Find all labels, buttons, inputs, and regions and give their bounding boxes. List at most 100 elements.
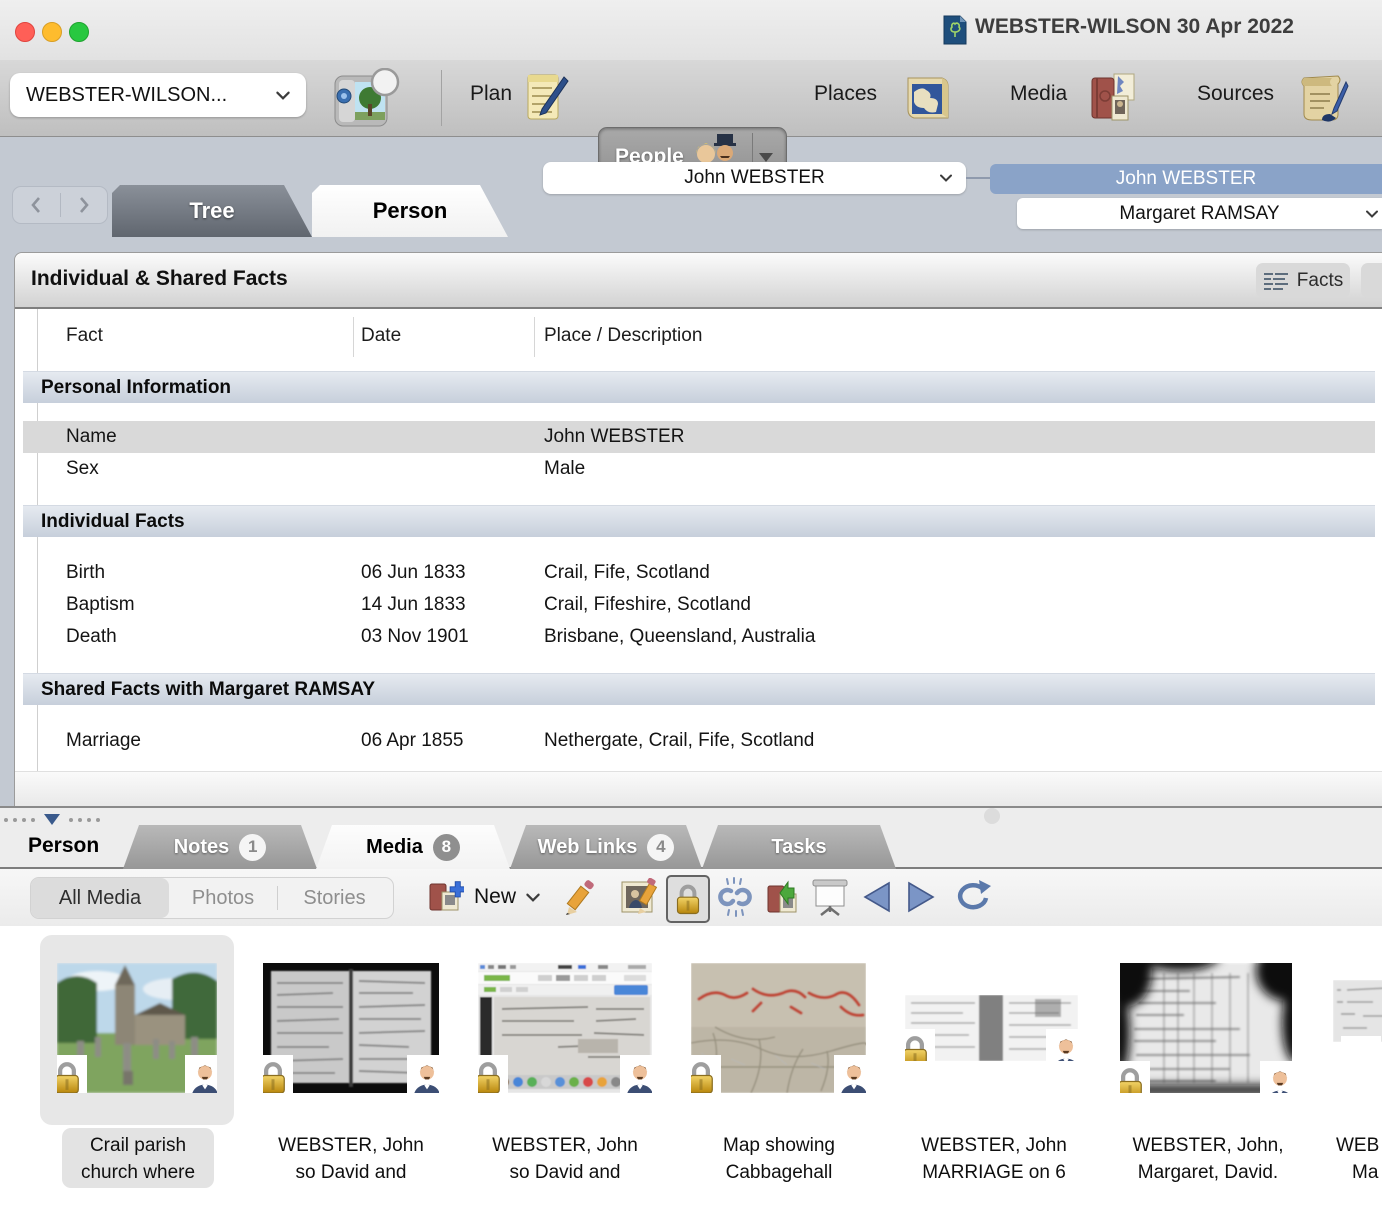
splitter-handle[interactable]	[984, 808, 1000, 824]
edit-photo-icon	[620, 878, 658, 916]
fact-row-death[interactable]: Death 03 Nov 1901 Brisbane, Queensland, …	[23, 621, 1375, 653]
segment-stories[interactable]: Stories	[278, 878, 391, 918]
fact-row-birth[interactable]: Birth 06 Jun 1833 Crail, Fife, Scotland	[23, 557, 1375, 589]
previous-media-button[interactable]	[858, 875, 896, 919]
spouse-selector-dropdown[interactable]: Margaret RAMSAY	[1017, 198, 1382, 229]
places-icon[interactable]	[902, 72, 954, 124]
fact-place: Brisbane, Queensland, Australia	[544, 626, 815, 648]
facts-panel-title: Individual & Shared Facts	[31, 267, 288, 291]
refresh-media-button[interactable]	[948, 875, 996, 919]
column-fact: Fact	[66, 325, 103, 347]
media-caption[interactable]: WEBSTER, John so David and	[253, 1132, 449, 1186]
nav-sources-button[interactable]: Sources	[1197, 82, 1274, 106]
tab-web-links[interactable]: Web Links 4	[510, 825, 702, 869]
caption-line: WEBSTER, John	[253, 1132, 449, 1159]
media-caption[interactable]: WEB Ma	[1336, 1132, 1382, 1186]
tab-media[interactable]: Media 8	[316, 825, 510, 869]
person-link-icon	[185, 1055, 217, 1093]
new-media-button[interactable]: New	[424, 875, 544, 919]
media-thumbnail-screenshot[interactable]	[478, 963, 652, 1093]
media-caption[interactable]: Map showing Cabbagehall	[681, 1132, 877, 1186]
person-link-icon	[1046, 1029, 1078, 1061]
lock-icon	[1341, 1036, 1381, 1042]
next-media-button[interactable]	[902, 875, 940, 919]
tab-notes[interactable]: Notes 1	[123, 825, 317, 869]
media-thumbnail-map[interactable]	[691, 963, 866, 1093]
sync-status-button[interactable]	[331, 68, 403, 130]
fact-label: Sex	[66, 458, 99, 480]
tab-tree[interactable]: Tree	[112, 185, 312, 237]
timeline-view-button[interactable]	[1361, 263, 1382, 298]
import-media-button[interactable]	[762, 875, 804, 919]
media-caption[interactable]: WEBSTER, John, Margaret, David.	[1109, 1132, 1307, 1186]
fact-row-name[interactable]: Name John WEBSTER	[23, 421, 1375, 453]
person-selector-dropdown[interactable]: John WEBSTER	[543, 162, 966, 194]
lock-icon	[905, 1029, 935, 1061]
forward-button[interactable]	[61, 196, 108, 214]
lock-icon	[263, 1055, 293, 1093]
privacy-lock-button[interactable]	[666, 875, 710, 923]
person-link-icon	[834, 1055, 866, 1093]
media-icon[interactable]	[1088, 70, 1142, 126]
tab-tasks[interactable]: Tasks	[702, 825, 896, 869]
pencil-icon	[565, 879, 599, 915]
sources-icon[interactable]	[1296, 70, 1352, 126]
nav-plan-button[interactable]: Plan	[470, 82, 512, 106]
zoom-window-button[interactable]	[69, 22, 89, 42]
edit-button[interactable]	[562, 875, 602, 919]
tab-person[interactable]: Person	[312, 185, 508, 237]
fact-row-sex[interactable]: Sex Male	[23, 453, 1375, 485]
nav-places-button[interactable]: Places	[814, 82, 877, 106]
primary-person-name: John WEBSTER	[1116, 168, 1256, 190]
media-caption[interactable]: WEBSTER, John MARRIAGE on 6	[894, 1132, 1094, 1186]
previous-arrow-icon	[862, 881, 892, 913]
chevron-down-icon	[526, 893, 540, 902]
facts-view-label: Facts	[1297, 270, 1343, 292]
media-thumbnail-register[interactable]	[263, 963, 439, 1093]
edit-photo-details-button[interactable]	[618, 875, 660, 919]
back-chevron-icon	[30, 196, 42, 214]
back-button[interactable]	[13, 196, 60, 214]
section-shared-facts: Shared Facts with Margaret RAMSAY	[23, 673, 1375, 705]
facts-panel: Individual & Shared Facts Facts Fact Dat…	[14, 252, 1382, 806]
lock-icon	[674, 883, 702, 916]
nav-media-button[interactable]: Media	[1010, 82, 1067, 106]
splitter-collapse-control[interactable]	[4, 814, 100, 825]
fact-label: Baptism	[66, 594, 135, 616]
media-thumbnail-partial[interactable]	[1333, 980, 1382, 1042]
column-date: Date	[361, 325, 401, 347]
toolbar-divider	[441, 70, 442, 126]
tree-selector-dropdown[interactable]: WEBSTER-WILSON...	[10, 73, 306, 117]
spouse-name: Margaret RAMSAY	[1119, 203, 1279, 225]
plan-icon[interactable]	[524, 71, 570, 123]
unlink-media-button[interactable]	[714, 875, 756, 919]
media-thumbnail-church[interactable]	[57, 963, 217, 1093]
primary-person-bar[interactable]: John WEBSTER	[990, 164, 1382, 194]
close-window-button[interactable]	[15, 22, 35, 42]
facts-view-button[interactable]: Facts	[1256, 263, 1350, 298]
segment-all-media[interactable]: All Media	[31, 878, 169, 918]
fact-date: 03 Nov 1901	[361, 626, 469, 648]
tree-file-icon	[943, 15, 967, 45]
slideshow-button[interactable]	[808, 875, 852, 919]
title-bar: WEBSTER-WILSON 30 Apr 2022	[0, 0, 1382, 61]
caption-line: WEBSTER, John,	[1109, 1132, 1307, 1159]
minimize-window-button[interactable]	[42, 22, 62, 42]
media-caption[interactable]: WEBSTER, John so David and	[467, 1132, 663, 1186]
fact-row-marriage[interactable]: Marriage 06 Apr 1855 Nethergate, Crail, …	[23, 725, 1375, 757]
caption-line: so David and	[467, 1159, 663, 1186]
caption-line: Ma	[1336, 1159, 1382, 1186]
chevron-down-icon	[940, 174, 952, 182]
caption-line: WEBSTER, John	[894, 1132, 1094, 1159]
lock-icon	[478, 1055, 508, 1093]
tab-person-label: Person	[373, 198, 448, 224]
fact-row-baptism[interactable]: Baptism 14 Jun 1833 Crail, Fifeshire, Sc…	[23, 589, 1375, 621]
media-thumbnail-census[interactable]	[1120, 963, 1292, 1093]
section-title: Personal Information	[41, 377, 231, 399]
segment-photos[interactable]: Photos	[169, 878, 277, 918]
import-media-icon	[764, 878, 802, 916]
people-dropdown-arrow-icon[interactable]	[759, 153, 773, 162]
caption-line: church where	[40, 1159, 236, 1186]
media-caption[interactable]: Crail parish church where	[40, 1132, 236, 1186]
media-thumbnail-marriage-record[interactable]	[905, 995, 1078, 1061]
